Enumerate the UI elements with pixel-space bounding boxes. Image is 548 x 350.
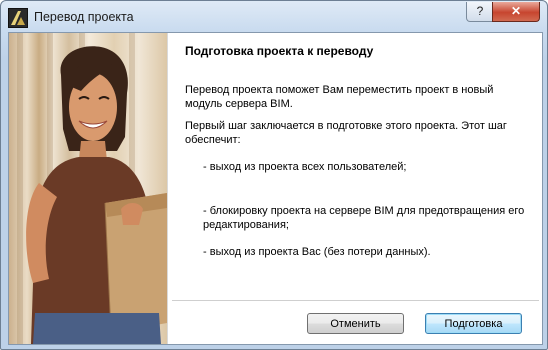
window-title: Перевод проекта (34, 10, 134, 24)
prepare-button[interactable]: Подготовка (425, 313, 522, 334)
cancel-button[interactable]: Отменить (307, 313, 404, 334)
bullet-item: - выход из проекта всех пользователей; (203, 161, 407, 173)
title-bar[interactable]: Перевод проекта ? ✕ (1, 1, 547, 33)
app-icon (8, 8, 28, 28)
dialog-window: Перевод проекта ? ✕ Подготовка проекта к… (0, 0, 548, 350)
illustration-image (9, 33, 167, 344)
person-with-box-image (26, 46, 167, 344)
dialog-content: Подготовка проекта к переводу Перевод пр… (8, 32, 543, 345)
panel-divider (167, 33, 168, 344)
help-button[interactable]: ? (466, 2, 494, 22)
button-separator (172, 300, 539, 301)
close-button[interactable]: ✕ (492, 2, 540, 22)
page-title: Подготовка проекта к переводу (185, 44, 374, 58)
first-step-text: Первый шаг заключается в подготовке этог… (185, 120, 507, 146)
bullet-item: - блокировку проекта на сервере BIM для … (203, 205, 525, 231)
intro-text: Перевод проекта поможет Вам переместить … (185, 84, 494, 110)
bullet-item: - выход из проекта Вас (без потери данны… (203, 246, 431, 258)
